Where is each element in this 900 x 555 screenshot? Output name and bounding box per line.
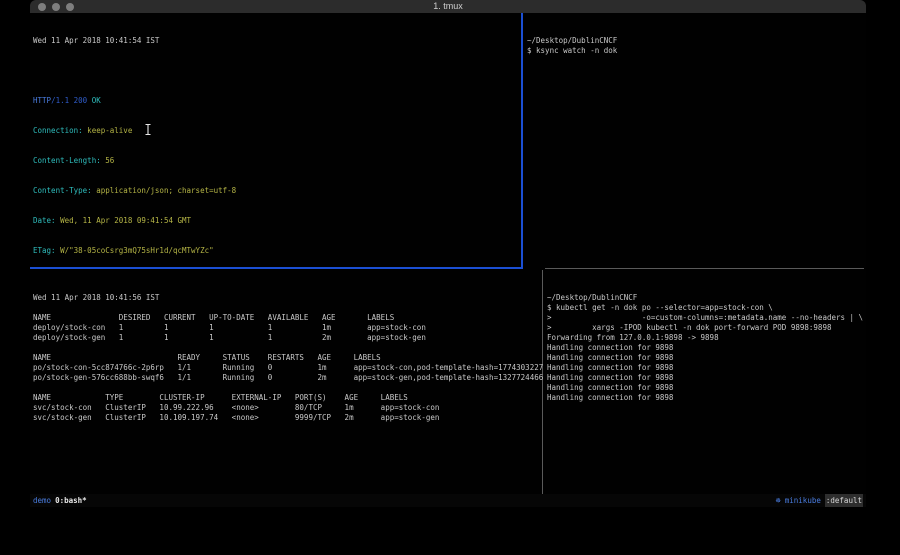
- pane-divider-horizontal[interactable]: [545, 268, 864, 269]
- pane-top-right-ksync[interactable]: ~/Desktop/DublinCNCF $ ksync watch -n do…: [524, 13, 869, 270]
- kube-namespace: :default: [825, 494, 863, 507]
- tmux-panes: Wed 11 Apr 2018 10:41:54 IST HTTP/1.1 20…: [30, 13, 866, 494]
- http-header-line: Connection: keep-alive: [33, 126, 524, 136]
- header-key: Content-Length:: [33, 156, 101, 165]
- header-value: Wed, 11 Apr 2018 09:41:54 GMT: [56, 216, 191, 225]
- tmux-status-bar: demo 0:bash* ☸ minikube :default: [30, 494, 866, 507]
- date-line: Wed 11 Apr 2018 10:41:54 IST: [33, 36, 524, 46]
- session-name: demo: [33, 494, 51, 507]
- active-pane-border-vertical[interactable]: [521, 13, 523, 269]
- header-key: ETag:: [33, 246, 56, 255]
- http-reason: OK: [92, 96, 101, 105]
- mouse-cursor-ibeam: [144, 123, 152, 136]
- pane-bottom-left-kubectl-get[interactable]: Wed 11 Apr 2018 10:41:56 IST NAME DESIRE…: [30, 270, 545, 497]
- http-header-line: Date: Wed, 11 Apr 2018 09:41:54 GMT: [33, 216, 524, 226]
- http-version-code: /1.1 200: [51, 96, 92, 105]
- ksync-terminal-text: ~/Desktop/DublinCNCF $ ksync watch -n do…: [527, 36, 869, 56]
- http-header-line: Content-Type: application/json; charset=…: [33, 186, 524, 196]
- http-header-line: ETag: W/"38-05coCsrg3mQ75sHr1d/qcMTwYZc": [33, 246, 524, 256]
- header-value: application/json; charset=utf-8: [92, 186, 237, 195]
- window-title: 1. tmux: [30, 0, 866, 13]
- header-value: keep-alive: [83, 126, 133, 135]
- header-key: Connection:: [33, 126, 83, 135]
- window-controls: [38, 3, 74, 11]
- pane-top-left-http-response[interactable]: Wed 11 Apr 2018 10:41:54 IST HTTP/1.1 20…: [30, 13, 524, 270]
- minimize-button[interactable]: [52, 3, 60, 11]
- kubectl-get-output: Wed 11 Apr 2018 10:41:56 IST NAME DESIRE…: [33, 293, 545, 423]
- header-value: W/"38-05coCsrg3mQ75sHr1d/qcMTwYZc": [56, 246, 214, 255]
- close-button[interactable]: [38, 3, 46, 11]
- header-value: 56: [101, 156, 115, 165]
- header-key: Date:: [33, 216, 56, 225]
- window-label[interactable]: 0:bash*: [55, 494, 87, 507]
- kube-context: minikube: [785, 494, 821, 507]
- header-key: Content-Type:: [33, 186, 92, 195]
- active-pane-border-horizontal[interactable]: [30, 267, 523, 269]
- http-protocol: HTTP: [33, 96, 51, 105]
- port-forward-output: ~/Desktop/DublinCNCF $ kubectl get -n do…: [547, 293, 869, 403]
- pane-bottom-right-port-forward[interactable]: ~/Desktop/DublinCNCF $ kubectl get -n do…: [544, 270, 869, 497]
- http-header-line: Content-Length: 56: [33, 156, 524, 166]
- zoom-button[interactable]: [66, 3, 74, 11]
- http-status-line: HTTP/1.1 200 OK: [33, 96, 524, 106]
- kubernetes-wheel-icon: ☸: [776, 494, 781, 507]
- terminal-window: 1. tmux Wed 11 Apr 2018 10:41:54 IST HTT…: [30, 0, 866, 507]
- titlebar: 1. tmux: [30, 0, 866, 13]
- desktop: { "titlebar": { "title": "1. tmux" }, "c…: [0, 0, 900, 555]
